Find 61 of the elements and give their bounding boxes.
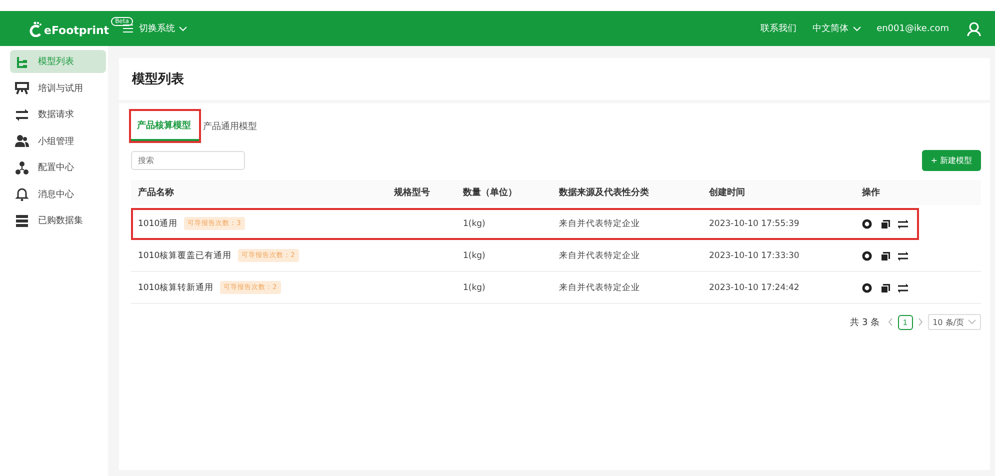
swap-icon[interactable] <box>898 218 908 228</box>
menu-icon <box>123 24 133 33</box>
sidebar-item[interactable]: 消息中心 <box>10 182 106 206</box>
view-icon[interactable] <box>862 282 872 292</box>
tab[interactable]: 产品核算模型 <box>131 111 199 141</box>
table-cell: 1(kg) <box>463 218 486 228</box>
user-icon <box>967 22 981 36</box>
tree-icon <box>15 54 29 68</box>
page-button[interactable]: 1 <box>898 314 913 330</box>
new-model-button[interactable]: + 新建模型 <box>922 150 981 171</box>
copy-icon[interactable] <box>880 282 890 292</box>
sidebar-item[interactable]: 已购数据集 <box>10 209 106 232</box>
table-cell: 2023-10-10 17:55:39 <box>709 218 800 228</box>
chevron-left-icon <box>888 318 893 326</box>
table-cell: 1010核算覆盖已有通用 <box>138 250 232 262</box>
copy-icon[interactable] <box>880 218 890 228</box>
caret-icon <box>968 319 976 326</box>
table-cell: 1010通用 <box>138 218 178 230</box>
column-header: 数据来源及代表性分类 <box>559 186 650 199</box>
swap-icon[interactable] <box>898 250 908 260</box>
logo-text: eFootprint <box>44 24 110 36</box>
server-icon <box>15 214 29 228</box>
sidebar-item[interactable]: 配置中心 <box>10 156 106 179</box>
system-menu[interactable]: 切换系统 <box>139 22 187 35</box>
sidebar-item[interactable]: 小组管理 <box>10 130 106 152</box>
column-header: 规格型号 <box>394 186 431 199</box>
sidebar-item[interactable]: 数据请求 <box>10 103 106 126</box>
page-size-select[interactable]: 10 条/页 <box>928 314 981 330</box>
table-cell: 1(kg) <box>463 282 486 292</box>
swap-icon <box>15 108 29 122</box>
table-cell: 2023-10-10 17:24:42 <box>709 282 800 292</box>
column-header: 数量（单位） <box>463 186 518 199</box>
nodes-icon <box>15 160 29 174</box>
page-title: 模型列表 <box>132 71 184 88</box>
user-email: en001@ike.com <box>876 24 949 34</box>
column-header: 操作 <box>862 186 881 199</box>
table-cell: 来自并代表特定企业 <box>559 218 640 230</box>
users-icon <box>15 134 29 148</box>
view-icon[interactable] <box>862 218 872 228</box>
easel-icon <box>15 81 29 95</box>
copy-icon[interactable] <box>880 250 890 260</box>
chevron-right-icon <box>918 318 923 326</box>
tab[interactable]: 产品通用模型 <box>203 111 263 141</box>
table-cell: 来自并代表特定企业 <box>559 250 640 262</box>
contact-link[interactable]: 联系我们 <box>760 22 797 35</box>
table-cell: 2023-10-10 17:33:30 <box>709 250 800 260</box>
caret-icon <box>852 26 861 32</box>
view-icon[interactable] <box>862 250 872 260</box>
table-cell: 1010核算转新通用 <box>138 282 214 294</box>
caret-icon <box>179 26 187 32</box>
column-header: 产品名称 <box>138 186 175 199</box>
column-header: 创建时间 <box>709 186 746 199</box>
swap-icon[interactable] <box>898 282 908 292</box>
table-cell: 来自并代表特定企业 <box>559 282 640 294</box>
table-cell: 1(kg) <box>463 250 486 260</box>
total-count: 共 3 条 <box>850 316 880 328</box>
bell-icon <box>15 187 29 201</box>
footprint-icon <box>28 20 42 36</box>
search-field[interactable]: 搜索 <box>131 151 245 170</box>
sidebar-item[interactable]: 培训与试用 <box>10 76 106 100</box>
language-select[interactable]: 中文简体 <box>812 22 861 35</box>
